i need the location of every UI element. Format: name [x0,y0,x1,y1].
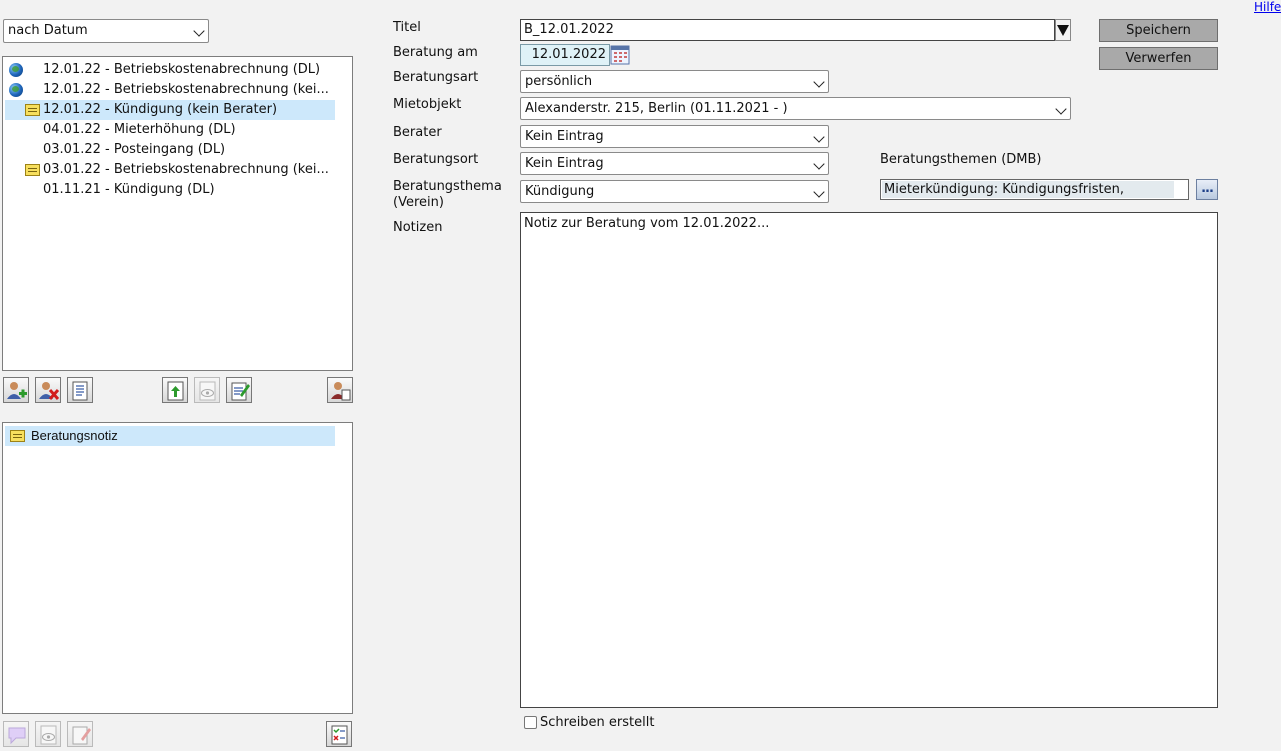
beratungsthema-select[interactable]: Kündigung [520,180,829,203]
berater-value: Kein Eintrag [525,129,604,144]
eye-icon [40,725,57,745]
beratungsart-label: Beratungsart [393,70,479,85]
note-icon [10,430,25,442]
beratungsort-label: Beratungsort [393,152,479,167]
beratungsthema-value: Kündigung [525,184,595,199]
comment-button[interactable] [3,721,29,747]
upload-document-icon [167,381,184,401]
list-item[interactable]: 03.01.22 - Betriebskostenabrechnung (kei… [5,160,335,180]
mietobjekt-value: Alexanderstr. 215, Berlin (01.11.2021 - … [525,101,788,116]
delete-consultation-button[interactable] [35,377,61,403]
list-item[interactable]: 12.01.22 - Betriebskostenabrechnung (kei… [5,80,335,100]
themen-dmb-field[interactable]: Mieterkündigung: Kündigungsfristen, [880,179,1189,200]
themen-dmb-value: Mieterkündigung: Kündigungsfristen, [884,182,1124,197]
chevron-down-icon [1055,103,1067,115]
user-delete-icon [39,382,60,400]
upload-button[interactable] [162,377,188,403]
titel-label: Titel [393,20,421,35]
themen-dmb-label: Beratungsthemen (DMB) [880,152,1042,167]
beratungsart-value: persönlich [525,74,593,89]
list-item[interactable]: 04.01.22 - Mieterhöhung (DL) [5,120,335,140]
beratung-am-input[interactable]: 12.01.2022 [520,44,610,66]
globe-icon [9,63,23,77]
user-document-icon [331,382,351,401]
assign-advisor-button[interactable] [327,377,353,403]
beratung-am-label: Beratung am [393,45,478,60]
beratung-am-value: 12.01.2022 [531,47,606,62]
notizen-value: Notiz zur Beratung vom 12.01.2022... [524,216,770,231]
berater-label: Berater [393,125,442,140]
consultation-list[interactable]: 12.01.22 - Betriebskostenabrechnung (DL)… [2,56,353,371]
titel-value: B_12.01.2022 [524,22,614,37]
chevron-down-icon [813,186,825,198]
berater-select[interactable]: Kein Eintrag [520,125,829,148]
note-pen-icon [25,164,40,176]
list-item[interactable]: 12.01.22 - Betriebskostenabrechnung (DL) [5,60,335,80]
document-list[interactable]: Beratungsnotiz [2,422,353,714]
sort-select-value: nach Datum [8,23,88,38]
save-button[interactable]: Speichern [1099,19,1218,42]
chevron-down-icon [813,158,825,170]
help-link[interactable]: Hilfe [1254,0,1281,14]
schreiben-checkbox[interactable] [524,716,537,729]
speech-bubble-icon [8,727,26,745]
edit-document-icon [72,726,91,745]
notizen-textarea[interactable]: Notiz zur Beratung vom 12.01.2022... [520,212,1218,708]
eye-icon [199,381,216,401]
chevron-down-icon [813,76,825,88]
document-edit-button[interactable] [67,721,93,747]
notizen-label: Notizen [393,220,443,235]
list-item[interactable]: 03.01.22 - Posteingang (DL) [5,140,335,160]
globe-icon [9,83,23,97]
calendar-icon [610,45,630,65]
calendar-button[interactable] [610,44,630,66]
checklist-icon [331,725,348,745]
titel-dropdown-button[interactable] [1055,19,1071,41]
schreiben-label: Schreiben erstellt [540,715,655,730]
beratungsort-select[interactable]: Kein Eintrag [520,152,829,175]
triangle-down-icon [1057,25,1069,36]
chevron-down-icon [813,131,825,143]
document-preview-button[interactable] [35,721,61,747]
beratungsthema-label: Beratungsthema [393,179,502,194]
consultation-details-button[interactable] [67,377,93,403]
note-pen-icon [25,104,40,116]
add-consultation-button[interactable] [3,377,29,403]
chevron-down-icon [193,25,205,37]
preview-button[interactable] [194,377,220,403]
document-list-icon [72,381,88,401]
discard-button[interactable]: Verwerfen [1099,47,1218,70]
ellipsis-icon: ... [1201,181,1214,196]
edit-button[interactable] [226,377,252,403]
list-item[interactable]: 12.01.22 - Kündigung (kein Berater) [5,100,335,120]
checklist-button[interactable] [326,721,352,747]
beratungsthema-sublabel: (Verein) [393,195,444,210]
mietobjekt-label: Mietobjekt [393,97,462,112]
beratungsart-select[interactable]: persönlich [520,70,829,93]
edit-document-icon [231,382,250,401]
sort-select[interactable]: nach Datum [3,19,209,43]
list-item[interactable]: Beratungsnotiz [5,426,335,446]
list-item[interactable]: 01.11.21 - Kündigung (DL) [5,180,335,200]
beratungsort-value: Kein Eintrag [525,156,604,171]
user-add-icon [7,382,27,399]
mietobjekt-select[interactable]: Alexanderstr. 215, Berlin (01.11.2021 - … [520,97,1071,120]
themen-dmb-picker-button[interactable]: ... [1196,179,1218,200]
titel-input[interactable]: B_12.01.2022 [520,19,1055,41]
